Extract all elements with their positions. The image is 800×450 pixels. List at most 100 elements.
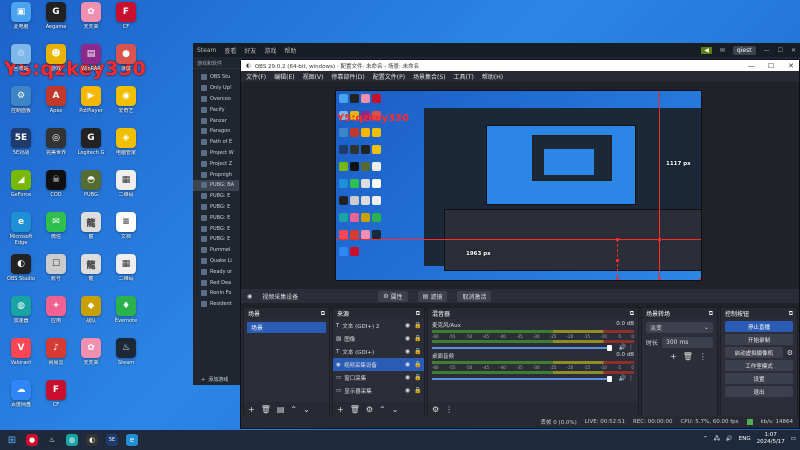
speaker-icon[interactable]: 🔊 ⋮ — [619, 344, 634, 351]
library-game-item[interactable]: Propnigh — [193, 169, 239, 180]
steam-menu-item[interactable]: 帮助 — [284, 46, 296, 55]
steam-menu-item[interactable]: Steam — [197, 47, 216, 54]
input-language[interactable]: ENG — [739, 436, 751, 442]
scene-item[interactable]: 场景 — [247, 322, 326, 333]
library-game-item[interactable]: Ronin Fo — [193, 288, 239, 299]
library-game-item[interactable]: Panzar — [193, 115, 239, 126]
volume-fader[interactable]: 🔊 ⋮ — [432, 375, 634, 382]
menu-edit[interactable]: 编辑(E) — [274, 72, 294, 81]
undock-icon[interactable]: ⧉ — [630, 310, 634, 318]
source-row[interactable]: ▨ 图像 ◉ 🔒 — [333, 332, 424, 345]
taskbar-edge-icon[interactable]: e — [126, 434, 138, 446]
desktop-icon[interactable]: ◍ 加速器 — [4, 296, 38, 332]
desktop-icon[interactable]: ☻ 游戏 — [39, 44, 73, 80]
desktop-icon[interactable]: ⚙ 控制面板 — [4, 86, 38, 122]
desktop-icon[interactable]: ✉ 微信 — [39, 212, 73, 248]
source-row[interactable]: ▭ 窗口采集 ◉ 🔒 — [333, 371, 424, 384]
add-icon[interactable]: + — [670, 352, 677, 361]
visibility-eye-icon[interactable]: ◉ — [404, 361, 411, 368]
notification-icon[interactable]: ▭ — [791, 436, 796, 442]
lock-icon[interactable]: 🔒 — [414, 374, 421, 381]
undock-icon[interactable]: ⧉ — [709, 310, 713, 318]
library-game-item[interactable]: Resident — [193, 299, 239, 310]
close-icon[interactable]: ✕ — [783, 62, 799, 70]
add-icon[interactable]: + — [337, 405, 344, 414]
desktop-icon[interactable]: ☁ 百度网盘 — [4, 380, 38, 416]
close-icon[interactable]: ✕ — [791, 47, 800, 54]
desktop-icon[interactable]: ▶ PotPlayer — [74, 86, 108, 122]
trash-icon[interactable]: 🗑 — [683, 352, 693, 361]
desktop-icon[interactable]: 龍龍 — [74, 254, 108, 290]
filter-icon[interactable]: ▤ — [277, 405, 285, 414]
desktop-icon[interactable]: ◉ 爱奇艺 — [109, 86, 143, 122]
library-game-item[interactable]: PUBG: E — [193, 191, 239, 202]
menu-docks[interactable]: 停靠部件(D) — [331, 72, 364, 81]
library-game-item[interactable]: Red Dea — [193, 277, 239, 288]
library-game-item[interactable]: Path of E — [193, 137, 239, 148]
desktop-icon[interactable]: e Microsoft Edge — [4, 212, 38, 248]
steam-menu-item[interactable]: 游戏 — [264, 46, 276, 55]
desktop-icon[interactable]: ▦ 二维码 — [109, 170, 143, 206]
fader-knob[interactable] — [607, 376, 612, 382]
properties-button[interactable]: ⚙ 属性 — [378, 290, 408, 302]
resize-handle[interactable] — [699, 278, 701, 280]
gear-icon[interactable]: ⚙ — [787, 349, 793, 357]
library-game-item[interactable]: Paragon — [193, 126, 239, 137]
maximize-icon[interactable]: ☐ — [763, 62, 779, 70]
desktop-icon[interactable]: ♨ Steam — [109, 338, 143, 374]
taskbar-app-icon[interactable]: ● — [26, 434, 38, 446]
mail-icon[interactable]: ✉ — [720, 47, 725, 54]
library-game-item[interactable]: Ready or — [193, 266, 239, 277]
filters-button[interactable]: ▤ 滤镜 — [417, 290, 448, 302]
menu-profile[interactable]: 配置文件(P) — [373, 72, 405, 81]
undock-icon[interactable]: ⧉ — [416, 310, 420, 318]
desktop-icon[interactable]: 龍龍 — [74, 212, 108, 248]
desktop-icon[interactable]: ▤ WinRAR — [74, 44, 108, 80]
visibility-eye-icon[interactable]: ◉ — [404, 374, 411, 381]
notification-icon[interactable]: ◀ — [701, 46, 712, 54]
library-game-item[interactable]: PUBG: E — [193, 212, 239, 223]
move-up-icon[interactable]: ⌃ — [379, 405, 386, 414]
source-row[interactable]: T 文本 (GDI+) ◉ 🔒 — [333, 345, 424, 358]
resize-handle[interactable] — [616, 278, 619, 280]
library-game-item[interactable]: Pummel — [193, 245, 239, 256]
gear-icon[interactable]: ⚙ — [432, 405, 439, 414]
volume-icon[interactable]: 🔊 — [726, 436, 733, 442]
volume-fader[interactable]: 🔊 ⋮ — [432, 344, 634, 351]
desktop-icon[interactable]: ✿ 天天来 — [74, 338, 108, 374]
fader-knob[interactable] — [607, 345, 612, 351]
desktop-icon[interactable]: ▦ 二维码 — [109, 254, 143, 290]
taskbar-5e-icon[interactable]: 5E — [106, 434, 118, 446]
desktop-icon[interactable]: ◈ 电脑管家 — [109, 128, 143, 164]
desktop-icon[interactable]: ◎ 完美世界 — [39, 128, 73, 164]
library-game-item[interactable]: OBS Stu — [193, 72, 239, 83]
menu-scene-collection[interactable]: 场景集合(S) — [413, 72, 446, 81]
steam-menu-item[interactable]: 查看 — [224, 46, 236, 55]
transition-select[interactable]: 淡变 ⌄ — [646, 322, 713, 333]
visibility-eye-icon[interactable]: ◉ — [404, 322, 411, 329]
exit-button[interactable]: 退出 — [725, 386, 793, 397]
desktop-icon[interactable]: G Aegame — [39, 2, 73, 38]
desktop-icon[interactable]: ☠ COD — [39, 170, 73, 206]
library-game-item[interactable]: Pacify — [193, 104, 239, 115]
undock-icon[interactable]: ⧉ — [321, 310, 325, 318]
start-virtual-camera-button[interactable]: 启动虚拟摄像机 — [725, 347, 783, 358]
steam-menu-item[interactable]: 好友 — [244, 46, 256, 55]
taskbar-obs-icon[interactable]: ◐ — [86, 434, 98, 446]
desktop-icon[interactable]: ≡ 文档 — [109, 212, 143, 248]
library-game-item[interactable]: Project W — [193, 148, 239, 159]
speaker-icon[interactable]: 🔊 ⋮ — [619, 375, 634, 382]
menu-file[interactable]: 文件(F) — [246, 72, 266, 81]
fader-track[interactable] — [432, 378, 612, 380]
stop-streaming-button[interactable]: 停止直播 — [725, 321, 793, 332]
library-game-item[interactable]: PUBG: E — [193, 234, 239, 245]
desktop-icon[interactable]: G Logitech G — [74, 128, 108, 164]
lock-icon[interactable]: 🔒 — [414, 335, 421, 342]
deactivate-button[interactable]: 取消激活 — [457, 290, 492, 302]
more-icon[interactable]: ⋮ — [445, 405, 453, 414]
taskbar-app-icon[interactable]: ◍ — [66, 434, 78, 446]
desktop-icon[interactable]: ▣ 此电脑 — [4, 2, 38, 38]
fader-track[interactable] — [432, 347, 612, 349]
windows-start-icon[interactable]: ⊞ — [6, 434, 18, 446]
trash-icon[interactable]: 🗑 — [350, 405, 360, 414]
